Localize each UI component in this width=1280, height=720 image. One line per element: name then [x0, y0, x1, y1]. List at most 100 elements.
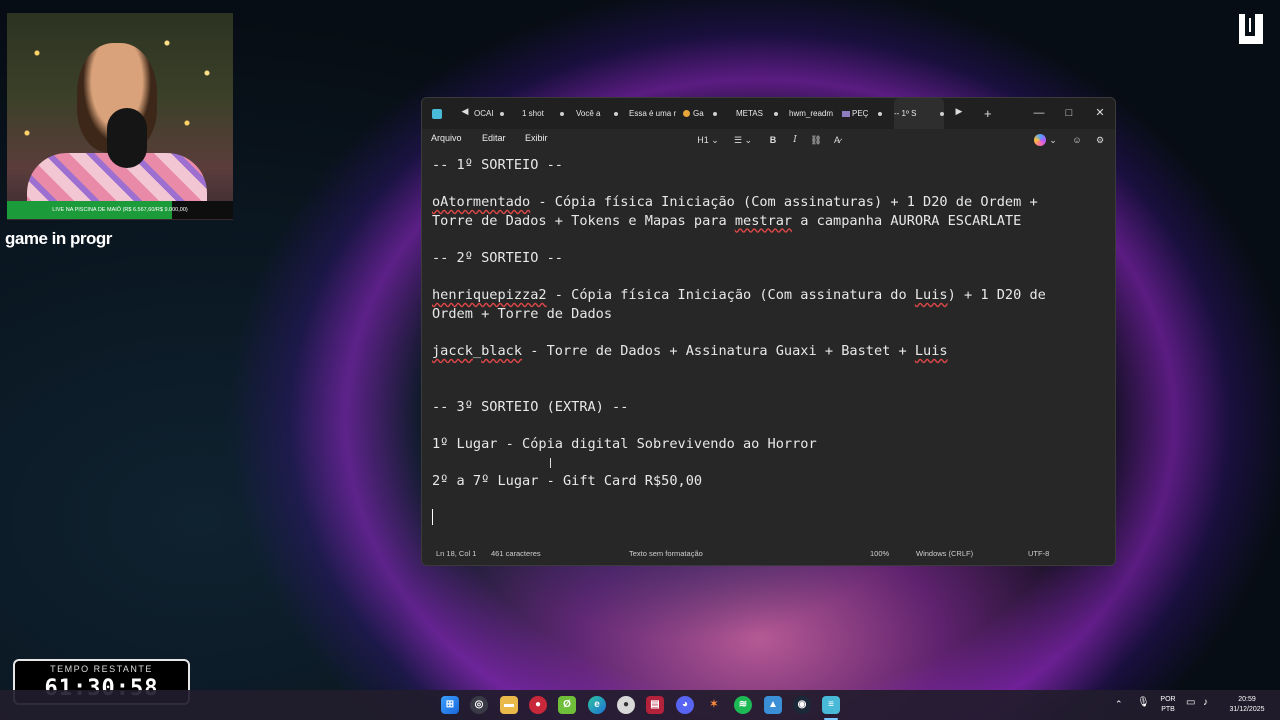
app-red-icon[interactable]: ● — [529, 696, 547, 714]
unsaved-dot-icon — [614, 112, 618, 116]
heading-label: H1 — [697, 135, 709, 145]
tab-1[interactable]: OCAI — [474, 98, 504, 129]
notes-app-icon[interactable]: Ø — [558, 696, 576, 714]
clear-format-icon[interactable]: A̷ — [830, 132, 844, 148]
language-secondary: PTB — [1161, 706, 1175, 713]
text-line: oAtormentado - Cópia física Iniciação (C… — [432, 194, 1038, 211]
app-star-icon[interactable]: ✶ — [705, 696, 723, 714]
copilot-icon[interactable] — [1034, 134, 1046, 146]
text-caret — [432, 509, 433, 526]
tab-scroll-left-icon[interactable]: ◀ — [458, 106, 472, 117]
zoom-level[interactable]: 100% — [870, 549, 889, 558]
text-line: Ordem + Torre de Dados — [432, 305, 613, 322]
tab-scroll-right-icon[interactable]: ▶ — [952, 106, 966, 117]
edge-browser-icon[interactable]: e — [588, 696, 606, 714]
status-bar: Ln 18, Col 1 461 caracteres Texto sem fo… — [422, 543, 1115, 565]
tab-label: Você a — [576, 109, 601, 118]
text-line — [432, 268, 1107, 287]
unsaved-dot-icon — [940, 112, 944, 116]
tab-7[interactable]: hwm_readm — [789, 98, 847, 129]
photos-icon[interactable]: ▲ — [764, 696, 782, 714]
unsaved-dot-icon — [560, 112, 564, 116]
clock[interactable]: 20:59 31/12/2025 — [1222, 695, 1272, 715]
text-line: jacck_black - Torre de Dados + Assinatur… — [432, 342, 948, 359]
app-news-icon[interactable]: ▤ — [646, 696, 664, 714]
maximize-icon[interactable]: □ — [1060, 104, 1078, 122]
microphone — [107, 108, 147, 168]
tab-3[interactable]: Você a — [576, 98, 618, 129]
microphone-icon[interactable]: 🎙 — [1137, 698, 1150, 708]
tab-4[interactable]: Essa é uma r — [629, 98, 689, 129]
list-dropdown-icon[interactable]: ☰ ⌄ — [730, 132, 756, 148]
tab-8[interactable]: PEÇ — [842, 98, 882, 129]
settings-gear-icon[interactable]: ⚙ — [1093, 132, 1107, 148]
tab-label: OCAI — [474, 109, 494, 118]
menu-bar: Arquivo Editar Exibir H1 ⌄ ☰ ⌄ B I ⛓ A̷ … — [422, 129, 1115, 151]
cursor-position: Ln 18, Col 1 — [436, 549, 477, 558]
spotify-icon[interactable]: ≋ — [734, 696, 752, 714]
volume-icon[interactable]: ♪ — [1203, 698, 1208, 708]
bold-button[interactable]: B — [766, 132, 780, 148]
tab-label: 1 shot — [522, 109, 544, 118]
text-line — [432, 509, 1107, 528]
format-indicator: Texto sem formatação — [629, 549, 703, 558]
text-line — [432, 454, 1107, 473]
tab-label: -- 1º S — [894, 109, 917, 118]
text-line — [432, 230, 1107, 249]
notepad-taskbar-icon[interactable]: ≡ — [822, 696, 840, 714]
language-indicator[interactable]: POR PTB — [1157, 695, 1179, 715]
clock-date: 31/12/2025 — [1229, 706, 1265, 713]
copilot-dropdown-icon[interactable]: ⌄ — [1048, 132, 1058, 148]
text-line: -- 1º SORTEIO -- — [432, 157, 563, 173]
italic-button[interactable]: I — [788, 132, 802, 148]
heading-dropdown[interactable]: H1 ⌄ — [695, 132, 721, 148]
goal-bar: LIVE NA PISCINA DE MAIÔ (R$ 6.567,60/R$ … — [7, 201, 233, 219]
tab-emoji-icon — [683, 110, 690, 117]
notepad-window: ◀ OCAI 1 shot Você a Essa é uma r Ga METAS hwm… — [421, 97, 1116, 566]
tab-6[interactable]: METAS — [736, 98, 778, 129]
close-icon[interactable]: ✕ — [1091, 104, 1109, 122]
steam-icon[interactable]: ◉ — [793, 696, 811, 714]
text-line — [432, 416, 1107, 435]
link-icon[interactable]: ⛓ — [809, 132, 823, 148]
mouse-ibeam-cursor-icon — [550, 458, 553, 468]
text-line: 1º Lugar - Cópia digital Sobrevivendo ao… — [432, 435, 817, 452]
menu-editar[interactable]: Editar — [482, 133, 506, 143]
channel-logo-icon — [1239, 14, 1263, 44]
text-line — [432, 379, 1107, 398]
text-editor[interactable]: -- 1º SORTEIO -- oAtormentado - Cópia fís… — [432, 156, 1107, 542]
text-line: -- 2º SORTEIO -- — [432, 249, 563, 266]
unsaved-dot-icon — [500, 112, 504, 116]
tab-9[interactable]: -- 1º S — [894, 98, 944, 129]
language-primary: POR — [1160, 696, 1176, 703]
windows-start-icon[interactable]: ⊞ — [441, 696, 459, 714]
game-status-label: game in progr — [5, 229, 112, 248]
tab-label: hwm_readm — [789, 109, 834, 118]
search-icon[interactable]: ◎ — [470, 696, 488, 714]
minimize-icon[interactable]: — — [1030, 104, 1048, 122]
tab-2[interactable]: 1 shot — [522, 98, 564, 129]
tab-label: Ga — [693, 109, 704, 118]
discord-icon[interactable]: ◕ — [676, 696, 694, 714]
line-ending[interactable]: Windows (CRLF) — [916, 549, 973, 558]
menu-arquivo[interactable]: Arquivo — [431, 133, 462, 143]
text-line — [432, 175, 1107, 194]
text-line: Torre de Dados + Tokens e Mapas para mes… — [432, 212, 1022, 229]
new-tab-icon[interactable]: + — [984, 106, 992, 121]
encoding[interactable]: UTF-8 — [1028, 549, 1049, 558]
profile-icon[interactable]: ☺ — [1070, 132, 1084, 148]
unsaved-dot-icon — [774, 112, 778, 116]
clock-time: 20:59 — [1238, 696, 1256, 703]
display-icon[interactable]: ▭ — [1186, 698, 1195, 708]
goal-text: LIVE NA PISCINA DE MAIÔ (R$ 6.567,60/R$ … — [52, 207, 188, 213]
tab-label: METAS — [736, 109, 763, 118]
tray-expand-icon[interactable]: ⌃ — [1115, 699, 1123, 709]
tab-image-icon — [842, 111, 850, 117]
obs-icon[interactable]: ● — [617, 696, 635, 714]
text-line — [432, 361, 1107, 380]
file-explorer-icon[interactable]: ▬ — [500, 696, 518, 714]
text-line — [432, 491, 1107, 510]
tab-5[interactable]: Ga — [683, 98, 717, 129]
menu-exibir[interactable]: Exibir — [525, 133, 548, 143]
unsaved-dot-icon — [878, 112, 882, 116]
